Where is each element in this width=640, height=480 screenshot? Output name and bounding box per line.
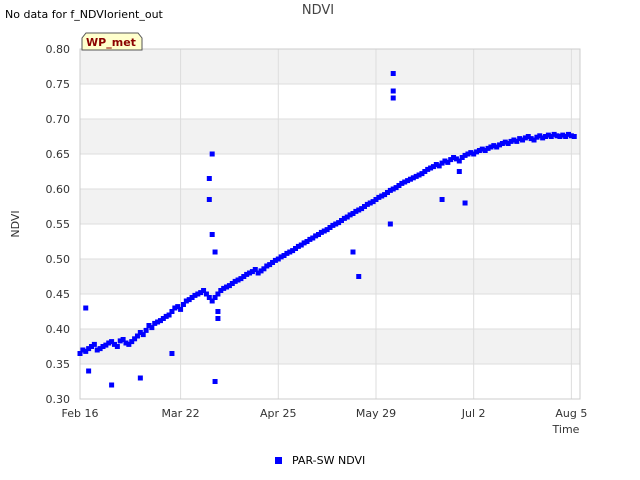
y-tick-label: 0.55 [46, 218, 71, 231]
data-point [215, 316, 221, 321]
data-point [178, 306, 184, 312]
background-band [80, 49, 580, 84]
x-axis-ticks: Feb 16 Mar 22 Apr 25 May 29 Jul 2 Aug 5 [62, 407, 588, 420]
x-tick-label: May 29 [356, 407, 396, 420]
data-point [137, 375, 143, 381]
x-tick-label: Feb 16 [62, 407, 99, 420]
y-tick-label: 0.40 [46, 323, 71, 336]
y-tick-label: 0.30 [46, 393, 71, 406]
data-point [143, 327, 149, 333]
x-tick-label: Apr 25 [260, 407, 297, 420]
data-point [350, 249, 356, 255]
data-point [356, 274, 362, 279]
no-data-note: No data for f_NDVIorient_out [5, 8, 164, 21]
y-tick-label: 0.65 [46, 148, 71, 161]
data-point [206, 176, 212, 181]
y-axis-ticks: 0.30 0.35 0.40 0.45 0.50 0.55 0.60 0.65 0.70 0.75… [46, 43, 71, 406]
y-axis-title: NDVI [9, 210, 22, 237]
y-tick-label: 0.80 [46, 43, 71, 56]
data-point [390, 88, 396, 94]
ndvi-chart: No data for f_NDVIorient_out NDVI 0.300.… [5, 3, 588, 467]
data-point [212, 249, 218, 255]
data-point [209, 151, 215, 157]
x-axis-title: Time [552, 423, 580, 436]
y-tick-label: 0.45 [46, 288, 71, 301]
chart-page: No data for f_NDVIorient_out NDVI 0.30 0.… [0, 0, 640, 480]
data-point [456, 169, 462, 174]
data-point [83, 305, 89, 311]
data-point [91, 341, 97, 347]
background-band [80, 119, 580, 154]
chart-title: NDVI [302, 3, 334, 18]
data-point [571, 134, 577, 139]
data-point [439, 197, 445, 202]
y-tick-label: 0.75 [46, 78, 71, 91]
data-point [462, 200, 468, 206]
data-point [109, 382, 115, 388]
legend-label: PAR-SW NDVI [292, 454, 365, 467]
y-tick-label: 0.70 [46, 113, 71, 126]
data-point [114, 344, 120, 349]
x-tick-label: Jul 2 [461, 407, 486, 420]
data-point [387, 221, 393, 227]
x-tick-label: Mar 22 [161, 407, 199, 420]
x-tick-label: Aug 5 [555, 407, 587, 420]
y-tick-label: 0.60 [46, 183, 71, 196]
data-point [209, 232, 215, 237]
station-badge: WP_met [81, 32, 143, 51]
legend-marker [275, 457, 282, 464]
data-point [86, 368, 92, 374]
background-band [80, 329, 580, 364]
data-point [212, 379, 218, 384]
data-point [390, 71, 396, 76]
data-point [390, 95, 396, 101]
data-point [206, 197, 212, 202]
legend: PAR-SW NDVI [275, 454, 365, 467]
y-tick-label: 0.50 [46, 253, 71, 266]
background-band [80, 189, 580, 224]
background-band [80, 259, 580, 294]
y-tick-label: 0.35 [46, 358, 71, 371]
data-point [169, 351, 175, 356]
data-point [215, 309, 221, 314]
station-badge-label: WP_met [86, 36, 136, 49]
